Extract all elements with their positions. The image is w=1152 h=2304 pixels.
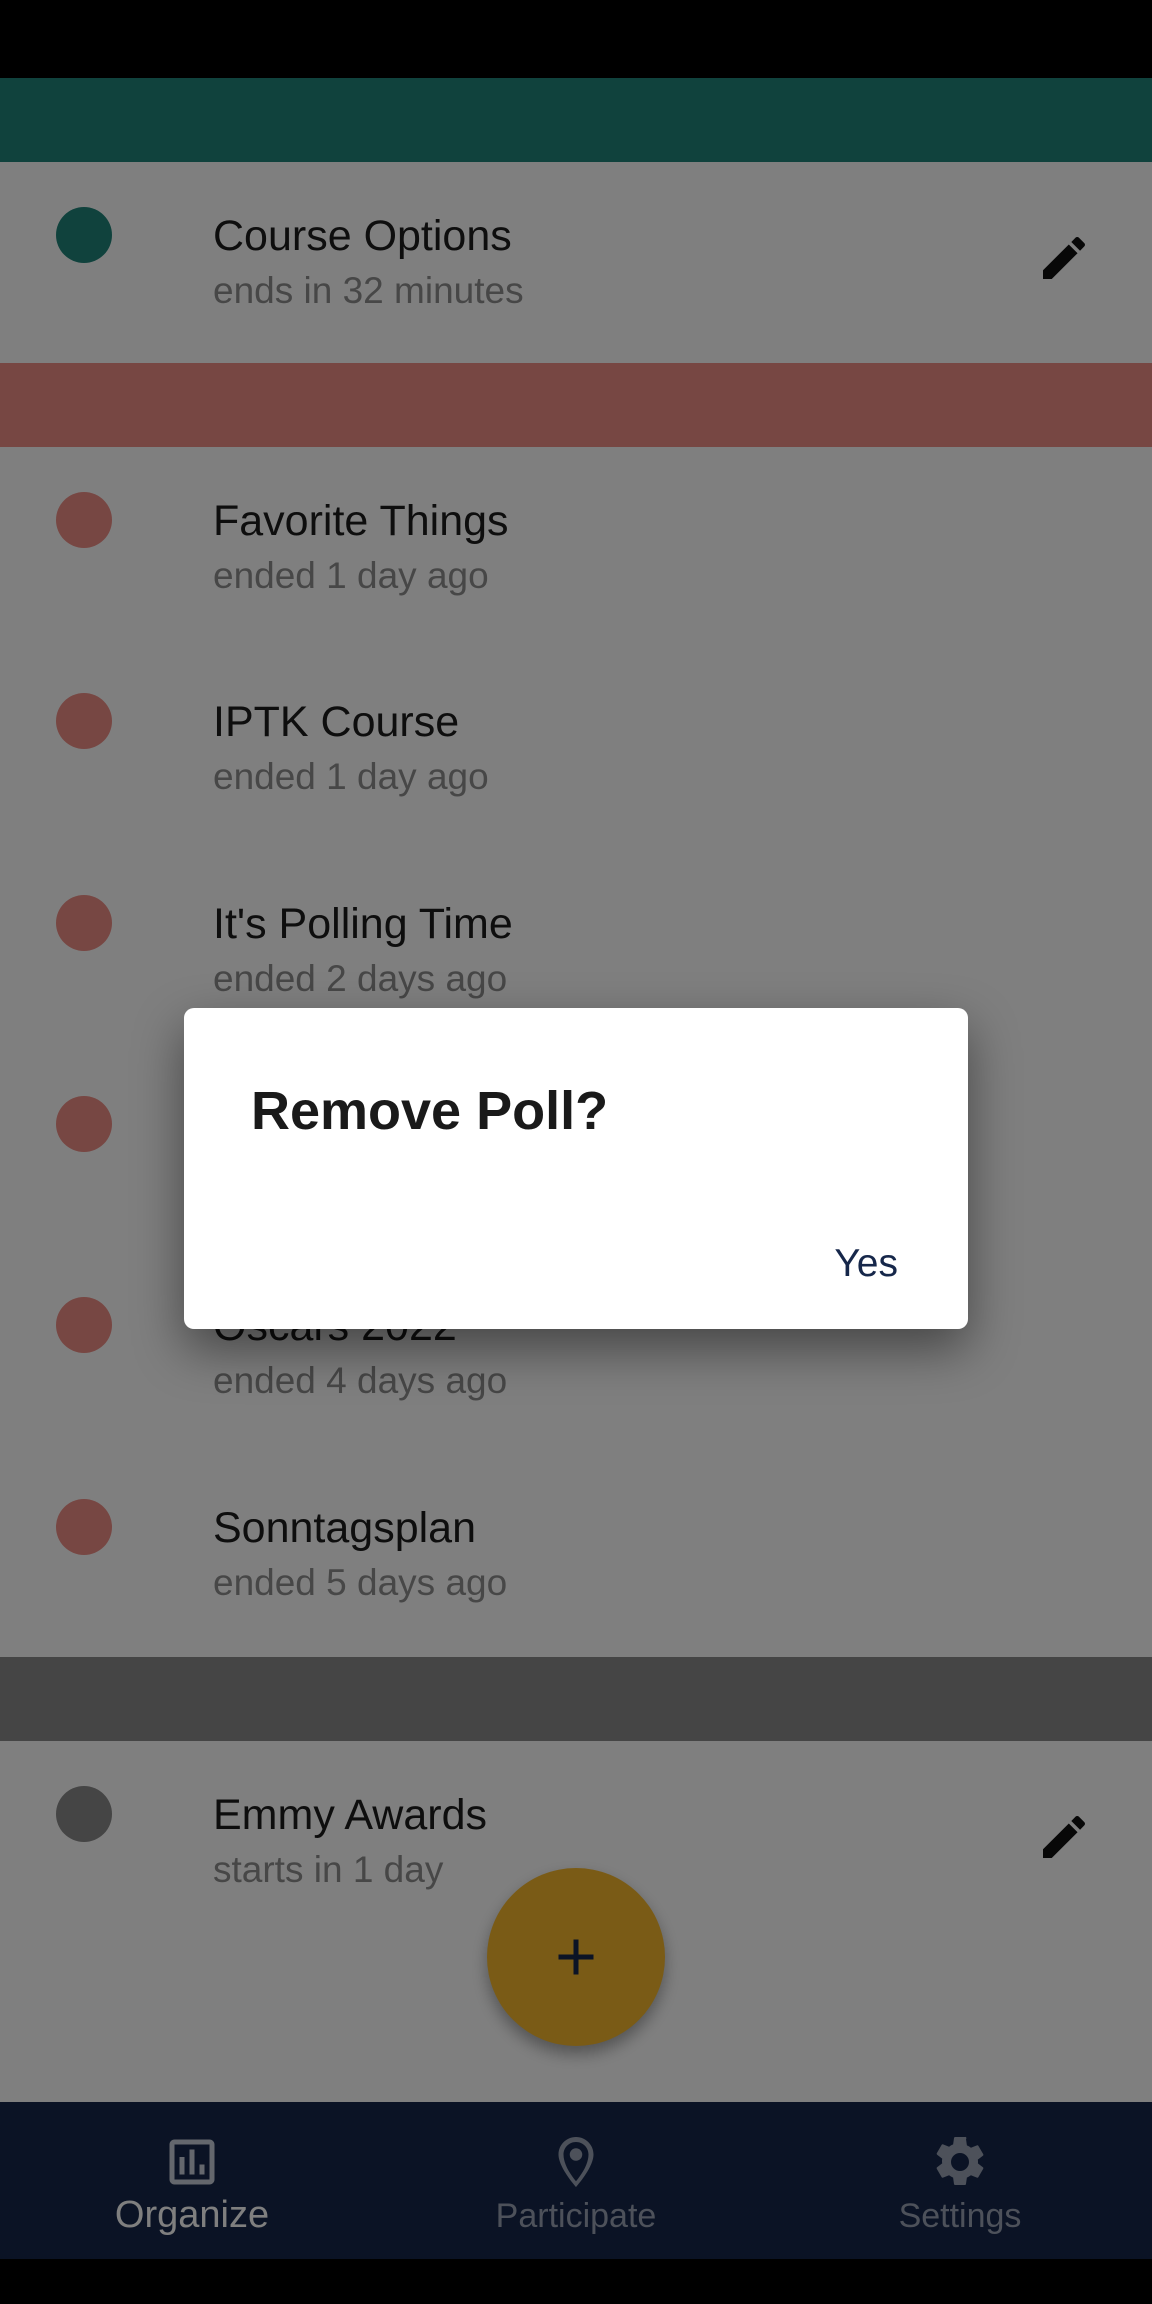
remove-poll-dialog: Remove Poll? Yes: [184, 1008, 968, 1329]
confirm-yes-button[interactable]: Yes: [834, 1242, 898, 1286]
app-screen: Course Options ends in 32 minutes Favori…: [0, 0, 1152, 2304]
dialog-title: Remove Poll?: [251, 1081, 609, 1141]
